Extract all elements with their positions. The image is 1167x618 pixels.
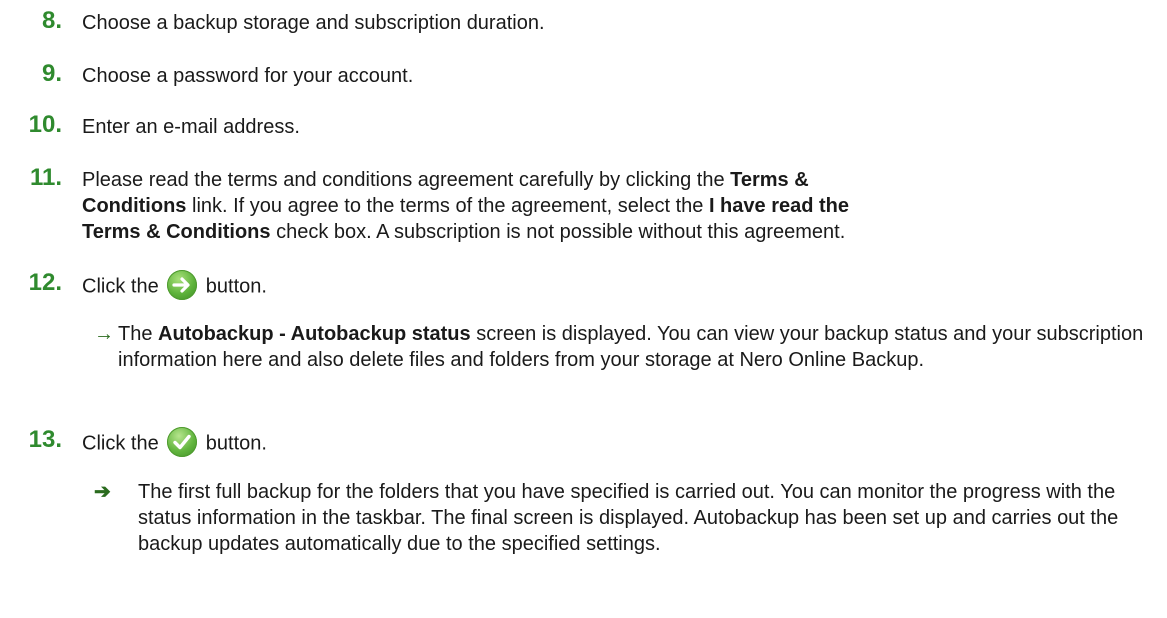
result-paragraph-1: → The Autobackup - Autobackup status scr… bbox=[94, 321, 1158, 373]
step-text: Click the button. bbox=[82, 427, 1157, 459]
result-paragraph-2: ➔ The first full backup for the folders … bbox=[94, 479, 1158, 557]
step-number: 13. bbox=[28, 426, 62, 453]
terms-link-text: Conditions bbox=[82, 195, 187, 217]
result-text: The Autobackup - Autobackup status scree… bbox=[118, 323, 1144, 371]
step-number: 8. bbox=[41, 7, 62, 34]
step-text-line-1: Please read the terms and conditions agr… bbox=[82, 169, 809, 191]
terms-link-text: Terms & bbox=[730, 169, 809, 191]
step-number: 9. bbox=[41, 60, 62, 87]
step-text: Choose a password for your account. bbox=[82, 65, 414, 87]
step-text-line-3: Terms & Conditions check box. A subscrip… bbox=[82, 221, 846, 243]
step-number: 10. bbox=[28, 111, 62, 138]
checkbox-label-text: I have read the bbox=[708, 195, 849, 217]
screen-name: Autobackup - Autobackup status bbox=[158, 323, 471, 345]
step-number: 11. bbox=[29, 164, 62, 191]
step-text-line-2: Conditions link. If you agree to the ter… bbox=[82, 195, 849, 217]
step-number: 12. bbox=[28, 269, 62, 296]
step-text: Choose a backup storage and subscription… bbox=[82, 12, 545, 34]
result-arrow-icon: → bbox=[94, 323, 114, 345]
step-text: Click the button. bbox=[82, 270, 1157, 302]
checkmark-icon bbox=[167, 427, 198, 457]
step-text: Enter an e-mail address. bbox=[82, 116, 300, 138]
result-arrow-icon: ➔ bbox=[94, 481, 111, 503]
next-arrow-icon bbox=[167, 270, 198, 300]
result-text: The first full backup for the folders th… bbox=[138, 481, 1119, 555]
step-text: Please read the terms and conditions agr… bbox=[82, 167, 1157, 245]
checkbox-label-text: Terms & Conditions bbox=[82, 221, 271, 243]
